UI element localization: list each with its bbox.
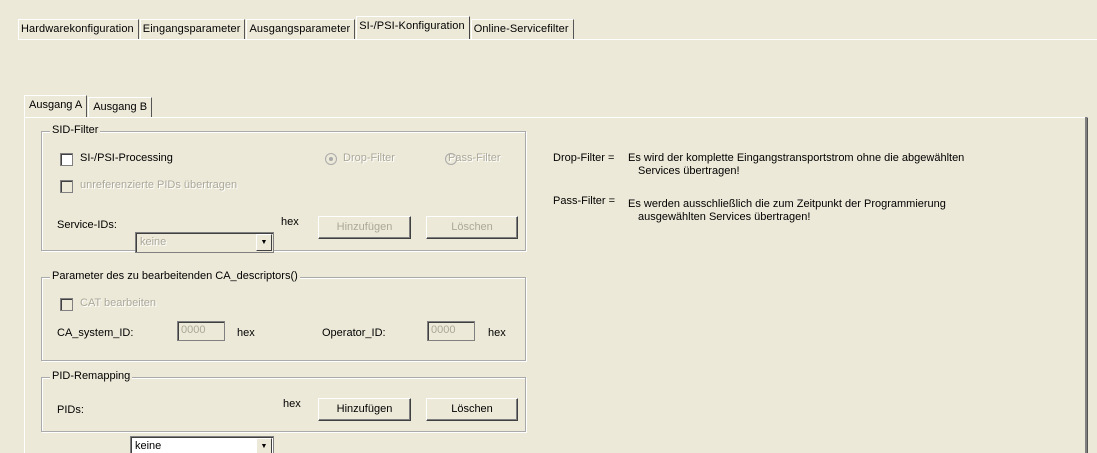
operator-id-input[interactable]: 0000 xyxy=(427,321,475,341)
service-ids-hex-unit: hex xyxy=(281,216,299,228)
service-ids-select[interactable]: keine ▼ xyxy=(135,232,274,253)
pids-select[interactable]: keine ▼ xyxy=(130,436,274,453)
tab-online-servicefilter[interactable]: Online-Servicefilter xyxy=(470,19,574,39)
service-ids-add-button[interactable]: Hinzufügen xyxy=(318,216,411,239)
tab-divider xyxy=(18,39,1097,40)
cat-bearbeiten-checkbox[interactable] xyxy=(60,298,73,311)
pid-remapping-title: PID-Remapping xyxy=(50,370,133,382)
tab-eingangsparameter[interactable]: Eingangsparameter xyxy=(139,19,246,39)
panel-shadow xyxy=(1085,117,1087,453)
unreferenced-pids-label: unreferenzierte PIDs übertragen xyxy=(80,179,238,191)
tab-ausgang-a[interactable]: Ausgang A xyxy=(24,95,88,117)
output-tab-bar: Ausgang A Ausgang B xyxy=(24,95,153,117)
unreferenced-pids-checkbox[interactable] xyxy=(60,180,73,193)
pids-label: PIDs: xyxy=(57,404,84,416)
drop-filter-desc-line2: Services übertragen! xyxy=(638,165,740,177)
chevron-down-icon[interactable]: ▼ xyxy=(256,234,272,251)
service-ids-value: keine xyxy=(140,236,167,248)
tab-ausgang-b[interactable]: Ausgang B xyxy=(88,97,153,117)
pids-value: keine xyxy=(135,440,162,452)
operator-id-label: Operator_ID: xyxy=(322,327,386,339)
ca-system-id-input[interactable]: 0000 xyxy=(177,321,225,341)
cat-bearbeiten-label: CAT bearbeiten xyxy=(80,297,157,309)
chevron-down-icon[interactable]: ▼ xyxy=(256,438,272,453)
tab-ausgangsparameter[interactable]: Ausgangsparameter xyxy=(246,19,356,39)
si-psi-processing-label: SI-/PSI-Processing xyxy=(80,152,173,164)
pass-filter-desc-line2: ausgewählten Services übertragen! xyxy=(638,211,811,223)
drop-filter-label: Drop-Filter xyxy=(343,152,395,164)
si-psi-processing-checkbox[interactable] xyxy=(60,153,73,166)
pass-filter-label: Pass-Filter xyxy=(448,152,501,164)
drop-filter-desc-line1: Es wird der komplette Eingangstransports… xyxy=(628,152,965,164)
operator-id-hex-unit: hex xyxy=(488,327,506,339)
pass-filter-desc-line1: Es werden ausschließlich die zum Zeitpun… xyxy=(628,198,946,210)
service-ids-delete-button[interactable]: Löschen xyxy=(426,216,518,239)
ca-system-id-hex-unit: hex xyxy=(237,327,255,339)
ca-system-id-label: CA_system_ID: xyxy=(57,327,134,339)
pids-hex-unit: hex xyxy=(283,398,301,410)
tab-hardwarekonfiguration[interactable]: Hardwarekonfiguration xyxy=(18,19,139,39)
pass-filter-term: Pass-Filter = xyxy=(553,195,616,207)
pids-delete-button[interactable]: Löschen xyxy=(426,398,518,421)
ca-descriptor-group xyxy=(41,277,526,361)
service-ids-label: Service-IDs: xyxy=(57,219,117,231)
drop-filter-term: Drop-Filter = xyxy=(553,152,615,164)
top-tab-bar: Hardwarekonfiguration Eingangsparameter … xyxy=(18,16,575,39)
pids-add-button[interactable]: Hinzufügen xyxy=(318,398,411,421)
ca-descriptor-title: Parameter des zu bearbeitenden CA_descri… xyxy=(50,270,300,282)
drop-filter-radio[interactable] xyxy=(325,153,337,165)
sid-filter-title: SID-Filter xyxy=(50,124,101,136)
radio-dot-icon xyxy=(329,157,333,161)
tab-si-psi-konfiguration[interactable]: SI-/PSI-Konfiguration xyxy=(356,16,470,39)
